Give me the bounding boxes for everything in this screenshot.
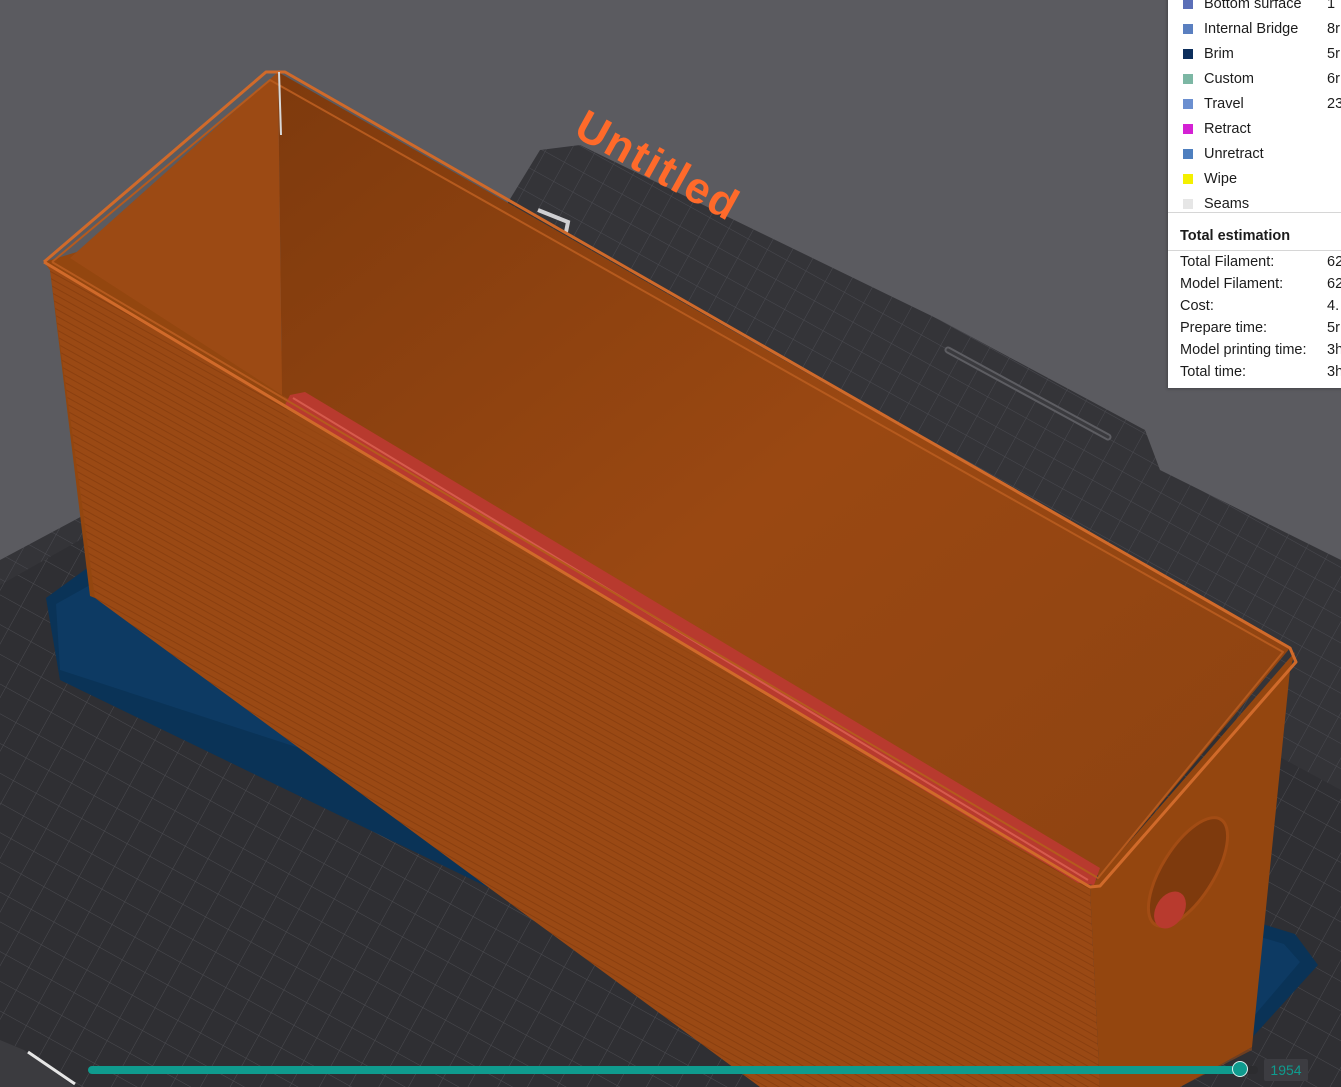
legend-swatch — [1183, 74, 1193, 84]
legend-label: Wipe — [1204, 171, 1238, 187]
legend-swatch — [1183, 99, 1193, 109]
legend-swatch — [1183, 199, 1193, 209]
legend-swatch — [1183, 124, 1193, 134]
legend-item-internal-bridge: Internal Bridge 8r — [1168, 18, 1341, 40]
legend-swatch — [1183, 0, 1193, 9]
estimation-label: Prepare time: — [1180, 320, 1268, 336]
layer-slider-track[interactable] — [88, 1066, 1258, 1074]
layer-slider[interactable]: 1954 — [84, 1057, 1314, 1083]
estimation-label: Total Filament: — [1180, 254, 1275, 270]
legend-value: 23 — [1327, 96, 1341, 112]
3d-viewport[interactable]: Untitled — [0, 0, 1341, 1087]
current-layer-badge: 1954 — [1264, 1059, 1308, 1081]
legend-item-bottom-surface: Bottom surface 1 — [1168, 0, 1341, 15]
estimation-value: 5r — [1327, 320, 1340, 336]
legend-item-unretract: Unretract — [1168, 143, 1341, 165]
legend-label: Brim — [1204, 46, 1234, 62]
legend-value: 6r — [1327, 71, 1340, 87]
estimation-title: Total estimation — [1180, 228, 1291, 244]
legend-item-brim: Brim 5r — [1168, 43, 1341, 65]
legend-item-wipe: Wipe — [1168, 168, 1341, 190]
legend-label: Bottom surface — [1204, 0, 1302, 12]
estimation-row: Model printing time: 3h — [1168, 339, 1341, 361]
legend-swatch — [1183, 174, 1193, 184]
estimation-value: 4. — [1327, 298, 1340, 314]
legend-value: 5r — [1327, 46, 1340, 62]
layer-slider-thumb[interactable] — [1232, 1061, 1249, 1077]
legend-panel: Bottom surface 1 Internal Bridge 8r Brim 5r Cu… — [1168, 0, 1341, 388]
legend-swatch — [1183, 24, 1193, 34]
legend-item-custom: Custom 6r — [1168, 68, 1341, 90]
estimation-value: 62 — [1327, 254, 1341, 270]
legend-label: Custom — [1204, 71, 1254, 87]
legend-label: Internal Bridge — [1204, 21, 1299, 37]
legend-value: 1 — [1327, 0, 1336, 12]
layer-slider-fill — [88, 1066, 1241, 1074]
estimation-row: Model Filament: 62 — [1168, 273, 1341, 295]
estimation-value: 3h — [1327, 342, 1341, 358]
legend-item-travel: Travel 23 — [1168, 93, 1341, 115]
estimation-label: Cost: — [1180, 298, 1214, 314]
legend-label: Travel — [1204, 96, 1244, 112]
estimation-row: Cost: 4. — [1168, 295, 1341, 317]
legend-swatch — [1183, 149, 1193, 159]
estimation-label: Model Filament: — [1180, 276, 1284, 292]
legend-label: Unretract — [1204, 146, 1264, 162]
legend-item-retract: Retract — [1168, 118, 1341, 140]
estimation-value: 62 — [1327, 276, 1341, 292]
estimation-label: Total time: — [1180, 364, 1247, 380]
legend-swatch — [1183, 49, 1193, 59]
estimation-row: Total time: 3h — [1168, 361, 1341, 383]
legend-label: Retract — [1204, 121, 1251, 137]
estimation-label: Model printing time: — [1180, 342, 1307, 358]
estimation-value: 3h — [1327, 364, 1341, 380]
estimation-row: Prepare time: 5r — [1168, 317, 1341, 339]
legend-value: 8r — [1327, 21, 1340, 37]
legend-divider — [1168, 212, 1341, 213]
estimation-row: Total Filament: 62 — [1168, 251, 1341, 273]
